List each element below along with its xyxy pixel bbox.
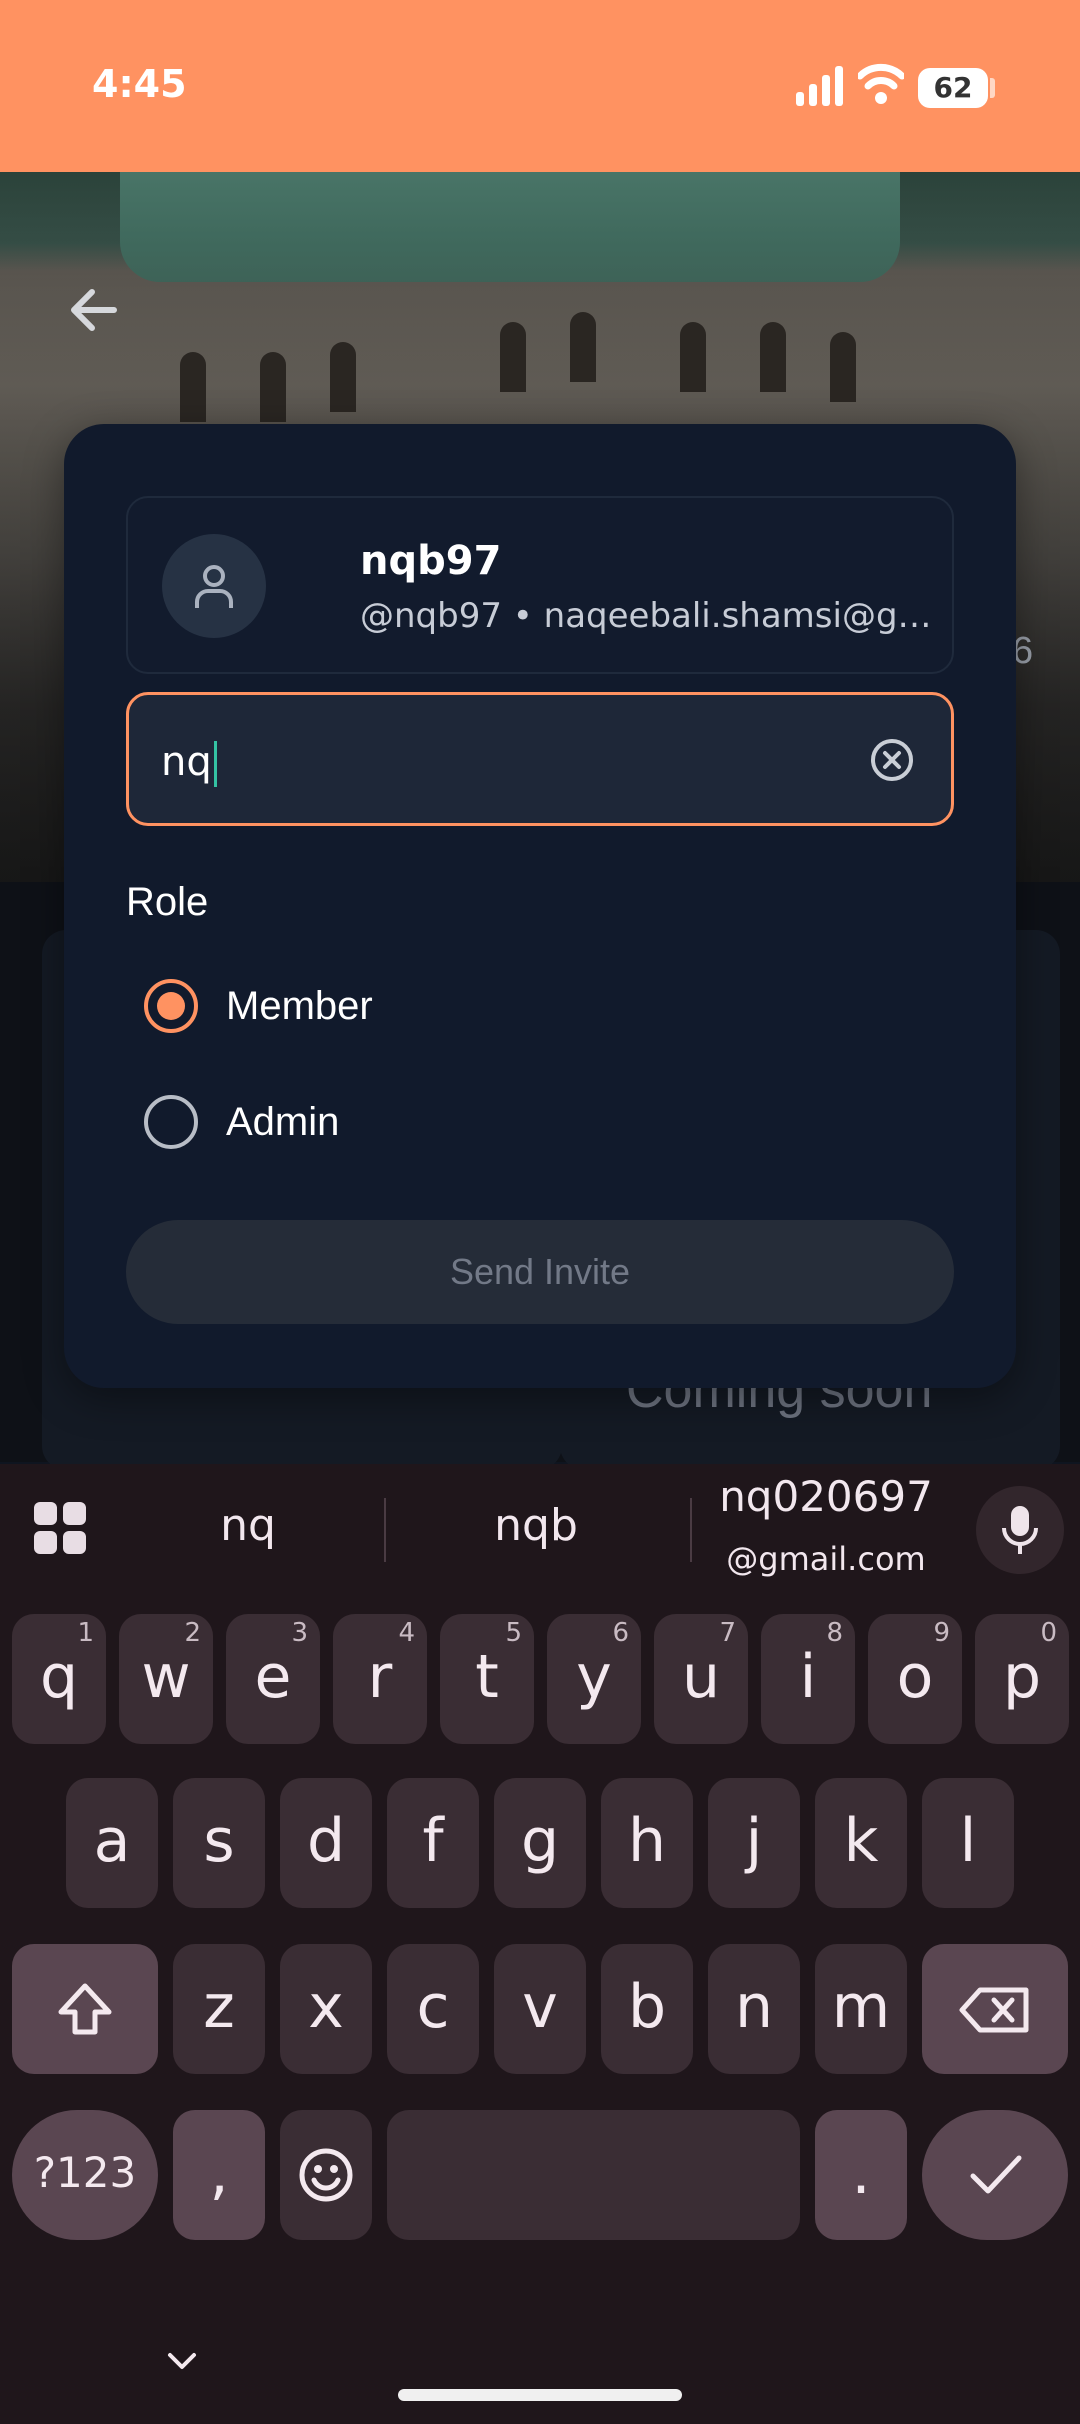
suggestion-strip: nq nqb nq020697 @gmail.com bbox=[0, 1464, 1080, 1594]
key-p[interactable]: p0 bbox=[975, 1614, 1069, 1744]
suggestion-item[interactable]: nqb bbox=[436, 1500, 636, 1551]
suggestion-divider bbox=[384, 1498, 386, 1562]
comma-key[interactable]: , bbox=[173, 2110, 265, 2240]
keyboard-nav-bar bbox=[0, 2319, 1080, 2424]
building-window bbox=[830, 332, 856, 402]
key-w[interactable]: w2 bbox=[119, 1614, 213, 1744]
enter-key[interactable] bbox=[922, 2110, 1068, 2240]
role-option-label: Admin bbox=[226, 1099, 340, 1144]
key-k[interactable]: k bbox=[815, 1778, 907, 1908]
key-d[interactable]: d bbox=[280, 1778, 372, 1908]
back-arrow-icon[interactable] bbox=[62, 278, 126, 342]
suggestion-item[interactable]: nq bbox=[148, 1500, 348, 1551]
key-g[interactable]: g bbox=[494, 1778, 586, 1908]
shift-icon bbox=[58, 1983, 112, 2035]
role-option-member[interactable]: Member bbox=[144, 966, 373, 1046]
status-time: 4:45 bbox=[92, 62, 187, 106]
building-window bbox=[570, 312, 596, 382]
avatar bbox=[162, 534, 266, 638]
on-screen-keyboard: nq nqb nq020697 @gmail.com q1 w2 e3 r4 t… bbox=[0, 1464, 1080, 2424]
suggestion-divider bbox=[690, 1498, 692, 1562]
key-f[interactable]: f bbox=[387, 1778, 479, 1908]
space-bar[interactable] bbox=[387, 2110, 800, 2240]
checkmark-icon bbox=[970, 2155, 1022, 2194]
microphone-icon bbox=[1002, 1506, 1038, 1554]
home-indicator[interactable] bbox=[398, 2389, 682, 2401]
building-window bbox=[260, 352, 286, 422]
chevron-down-icon[interactable] bbox=[164, 2349, 200, 2373]
backspace-icon bbox=[959, 1987, 1029, 2033]
key-m[interactable]: m bbox=[815, 1944, 907, 2074]
role-label: Role bbox=[126, 880, 209, 924]
selected-user-card[interactable]: nqb97 @nqb97 • naqeebali.shamsi@gmail...… bbox=[126, 496, 954, 674]
building-window bbox=[760, 322, 786, 392]
key-l[interactable]: l bbox=[922, 1778, 1014, 1908]
key-b[interactable]: b bbox=[601, 1944, 693, 2074]
send-invite-button[interactable]: Send Invite bbox=[126, 1220, 954, 1324]
building-window bbox=[330, 342, 356, 412]
role-option-admin[interactable]: Admin bbox=[144, 1082, 339, 1162]
invite-dialog: nqb97 @nqb97 • naqeebali.shamsi@gmail...… bbox=[64, 424, 1016, 1388]
key-u[interactable]: u7 bbox=[654, 1614, 748, 1744]
period-key[interactable]: . bbox=[815, 2110, 907, 2240]
symbols-key[interactable]: ?123 bbox=[12, 2110, 158, 2240]
key-c[interactable]: c bbox=[387, 1944, 479, 2074]
suggestion-item-subtext: @gmail.com bbox=[726, 1540, 926, 1578]
battery-tip bbox=[990, 78, 995, 98]
key-h[interactable]: h bbox=[601, 1778, 693, 1908]
key-y[interactable]: y6 bbox=[547, 1614, 641, 1744]
key-t[interactable]: t5 bbox=[440, 1614, 534, 1744]
radio-button[interactable] bbox=[144, 1095, 198, 1149]
person-icon bbox=[195, 565, 233, 608]
battery-indicator: 62 bbox=[918, 68, 988, 108]
search-input-value: nq bbox=[161, 739, 217, 787]
user-handle-email: @nqb97 • naqeebali.shamsi@gmail.... bbox=[360, 596, 940, 636]
key-z[interactable]: z bbox=[173, 1944, 265, 2074]
role-option-label: Member bbox=[226, 983, 373, 1028]
key-o[interactable]: o9 bbox=[868, 1614, 962, 1744]
key-v[interactable]: v bbox=[494, 1944, 586, 2074]
key-a[interactable]: a bbox=[66, 1778, 158, 1908]
status-bar: 4:45 62 bbox=[0, 0, 1080, 172]
suggestion-item[interactable]: nq020697 bbox=[696, 1472, 956, 1521]
user-display-name: nqb97 bbox=[360, 538, 502, 584]
key-e[interactable]: e3 bbox=[226, 1614, 320, 1744]
clear-icon[interactable] bbox=[869, 737, 915, 783]
apps-grid-icon[interactable] bbox=[34, 1502, 86, 1554]
key-j[interactable]: j bbox=[708, 1778, 800, 1908]
shift-key[interactable] bbox=[12, 1944, 158, 2074]
key-x[interactable]: x bbox=[280, 1944, 372, 2074]
building-window bbox=[180, 352, 206, 422]
voice-input-button[interactable] bbox=[976, 1486, 1064, 1574]
user-search-input[interactable]: nq bbox=[126, 692, 954, 826]
wifi-icon bbox=[858, 63, 904, 104]
backspace-key[interactable] bbox=[922, 1944, 1068, 2074]
signal-icon bbox=[796, 66, 843, 106]
key-i[interactable]: i8 bbox=[761, 1614, 855, 1744]
emoji-key[interactable] bbox=[280, 2110, 372, 2240]
building-window bbox=[680, 322, 706, 392]
text-cursor bbox=[213, 741, 217, 787]
building-window bbox=[500, 322, 526, 392]
key-n[interactable]: n bbox=[708, 1944, 800, 2074]
emoji-icon bbox=[299, 2148, 353, 2202]
radio-button-selected[interactable] bbox=[144, 979, 198, 1033]
key-r[interactable]: r4 bbox=[333, 1614, 427, 1744]
key-s[interactable]: s bbox=[173, 1778, 265, 1908]
building-roof bbox=[120, 172, 900, 282]
key-q[interactable]: q1 bbox=[12, 1614, 106, 1744]
